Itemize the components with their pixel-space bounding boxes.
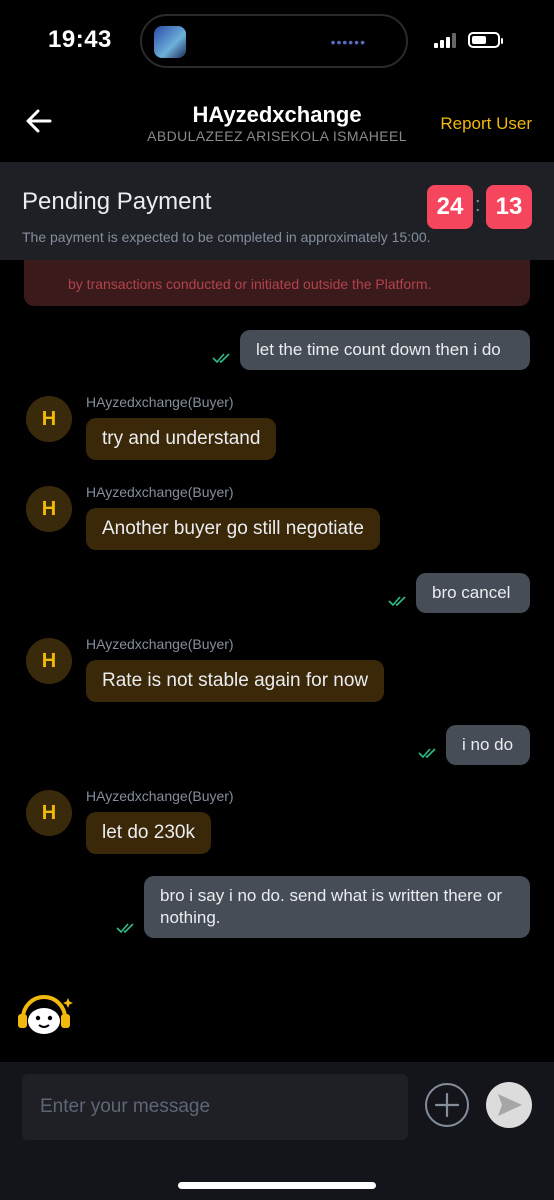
outgoing-message: i no do (446, 725, 530, 765)
double-check-icon (116, 923, 134, 934)
incoming-message: Rate is not stable again for now (86, 660, 385, 702)
double-check-icon (418, 748, 436, 759)
chat-header: HAyzedxchange ABDULAZEEZ ARISEKOLA ISMAH… (0, 84, 554, 162)
home-indicator[interactable] (178, 1182, 376, 1189)
sender-name: HAyzedxchange(Buyer) (86, 394, 234, 410)
timer-seconds: 13 (486, 185, 532, 229)
pending-title: Pending Payment (22, 188, 212, 215)
warning-notice: by transactions conducted or initiated o… (24, 260, 530, 306)
avatar: H (26, 486, 72, 532)
pending-payment-banner: Pending Payment The payment is expected … (0, 162, 554, 260)
status-time: 19:43 (48, 26, 112, 53)
status-bar: 19:43 •••••• (0, 0, 554, 84)
avatar: H (26, 790, 72, 836)
message-composer (0, 1062, 554, 1200)
timer-minutes: 24 (427, 185, 473, 229)
app-thumbnail-icon (154, 26, 186, 58)
incoming-message: Another buyer go still negotiate (86, 508, 380, 550)
double-check-icon (212, 353, 230, 364)
double-check-icon (388, 596, 406, 607)
warning-text: by transactions conducted or initiated o… (68, 276, 432, 292)
sender-name: HAyzedxchange(Buyer) (86, 788, 234, 804)
dynamic-island: •••••• (140, 14, 408, 68)
report-user-button[interactable]: Report User (440, 114, 532, 134)
activity-dots-icon: •••••• (330, 34, 366, 50)
support-bot-icon[interactable] (16, 994, 74, 1036)
incoming-message: let do 230k (86, 812, 211, 854)
send-icon[interactable] (486, 1082, 532, 1128)
incoming-message: try and understand (86, 418, 277, 460)
sender-name: HAyzedxchange(Buyer) (86, 484, 234, 500)
sender-name: HAyzedxchange(Buyer) (86, 636, 234, 652)
signal-icon (434, 32, 460, 48)
avatar: H (26, 396, 72, 442)
pending-description: The payment is expected to be completed … (22, 229, 431, 245)
message-input[interactable] (22, 1074, 408, 1140)
timer-separator: : (475, 194, 481, 216)
outgoing-message: let the time count down then i do (240, 330, 530, 370)
avatar: H (26, 638, 72, 684)
outgoing-message: bro i say i no do. send what is written … (144, 876, 530, 938)
plus-circle-icon[interactable] (424, 1082, 470, 1128)
battery-icon (468, 32, 503, 48)
outgoing-message: bro cancel (416, 573, 530, 613)
